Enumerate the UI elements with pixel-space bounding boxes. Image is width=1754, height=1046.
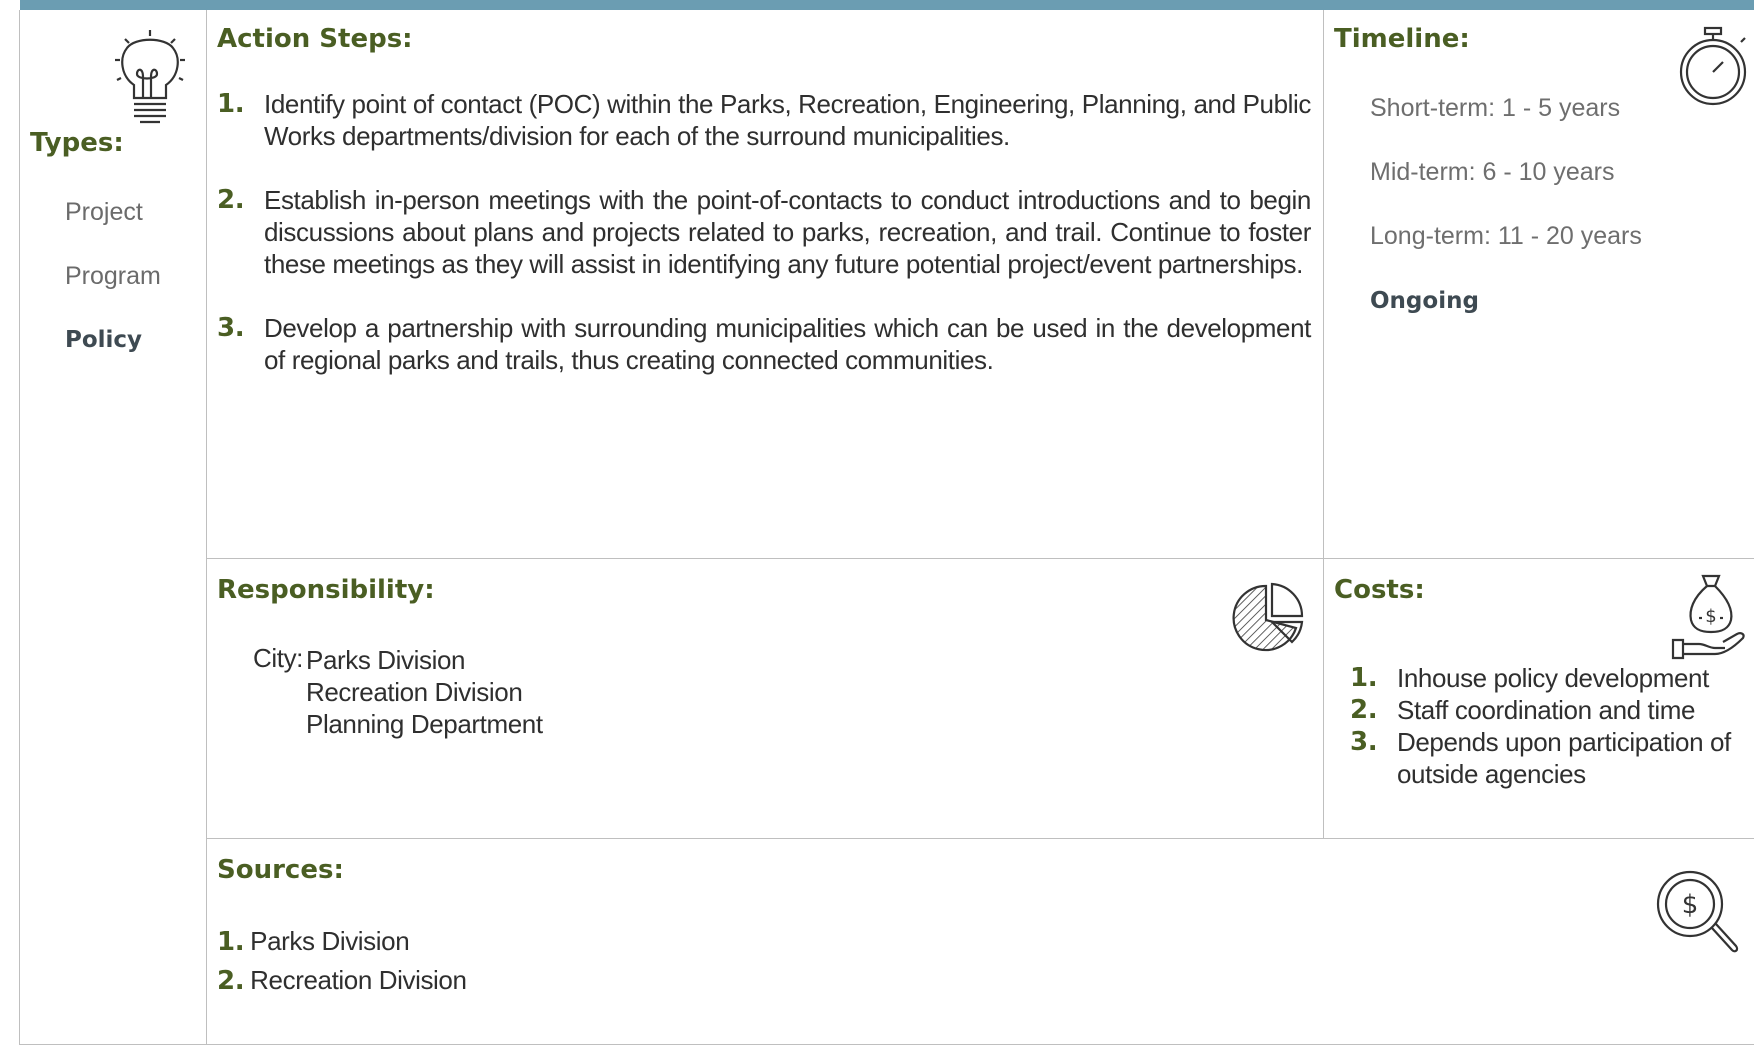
source-item-number: 1. [217, 927, 245, 957]
responsibility-entry: Planning Department [306, 709, 543, 739]
action-step: 3. Develop a partnership with surroundin… [217, 312, 1311, 376]
policy-sheet: Types: Project Program Policy Action Ste… [19, 10, 1754, 1045]
action-step-text: Develop a partnership with surrounding m… [264, 313, 1311, 375]
action-bottom-divider [206, 558, 1754, 559]
cost-item-text: Staff coordination and time [1397, 695, 1696, 725]
type-project: Project [65, 198, 143, 226]
cost-item-text: Inhouse policy development [1397, 663, 1709, 693]
action-step-number: 2. [217, 185, 245, 215]
money-bag-hand-icon: $ [1669, 572, 1747, 660]
responsibility-bottom-divider [206, 838, 1754, 839]
left-border [19, 10, 20, 1045]
timeline-short-term: Short-term: 1 - 5 years [1370, 94, 1621, 122]
cost-item: 1. Inhouse policy development [1350, 662, 1745, 694]
action-step: 1. Identify point of contact (POC) withi… [217, 88, 1311, 152]
action-step-text: Establish in-person meetings with the po… [264, 185, 1311, 279]
top-color-bar [20, 0, 1754, 10]
cost-item-text: Depends upon participation of outside ag… [1397, 727, 1731, 789]
bottom-border [19, 1044, 1754, 1045]
dollar-search-icon: $ [1656, 870, 1740, 956]
responsibility-entry: Recreation Division [306, 677, 523, 707]
responsibility-heading: Responsibility: [217, 575, 435, 605]
timeline-ongoing: Ongoing [1370, 288, 1479, 314]
timeline-heading: Timeline: [1334, 24, 1470, 54]
source-item-text: Recreation Division [250, 965, 467, 995]
type-program: Program [65, 262, 161, 290]
pie-chart-icon [1230, 580, 1306, 656]
cost-item: 3. Depends upon participation of outside… [1350, 726, 1745, 790]
type-policy: Policy [65, 327, 143, 353]
action-step: 2. Establish in-person meetings with the… [217, 184, 1311, 280]
svg-text:$: $ [1705, 606, 1716, 627]
action-step-number: 3. [217, 313, 245, 343]
stopwatch-icon [1677, 26, 1749, 106]
types-divider [206, 10, 207, 1045]
timeline-mid-term: Mid-term: 6 - 10 years [1370, 158, 1615, 186]
cost-item-number: 2. [1350, 695, 1378, 725]
responsibility-entry: Parks Division [306, 645, 466, 675]
svg-text:$: $ [1682, 890, 1699, 920]
cost-item-number: 1. [1350, 663, 1378, 693]
cost-item-number: 3. [1350, 727, 1378, 757]
action-step-text: Identify point of contact (POC) within t… [264, 89, 1311, 151]
cost-item: 2. Staff coordination and time [1350, 694, 1745, 726]
costs-heading: Costs: [1334, 575, 1425, 605]
source-item-number: 2. [217, 966, 245, 996]
timeline-divider [1323, 10, 1324, 839]
source-item-text: Parks Division [250, 926, 410, 956]
sources-heading: Sources: [217, 855, 344, 885]
types-heading: Types: [30, 128, 124, 158]
action-steps-heading: Action Steps: [217, 24, 413, 54]
costs-list: 1. Inhouse policy development 2. Staff c… [1350, 662, 1745, 790]
responsibility-entity-label: City: [253, 643, 304, 673]
timeline-long-term: Long-term: 11 - 20 years [1370, 222, 1642, 250]
action-steps-list: 1. Identify point of contact (POC) withi… [217, 88, 1311, 408]
action-step-number: 1. [217, 89, 245, 119]
source-item: 2. Recreation Division [217, 965, 467, 996]
source-item: 1. Parks Division [217, 926, 410, 957]
lightbulb-icon [113, 28, 187, 146]
